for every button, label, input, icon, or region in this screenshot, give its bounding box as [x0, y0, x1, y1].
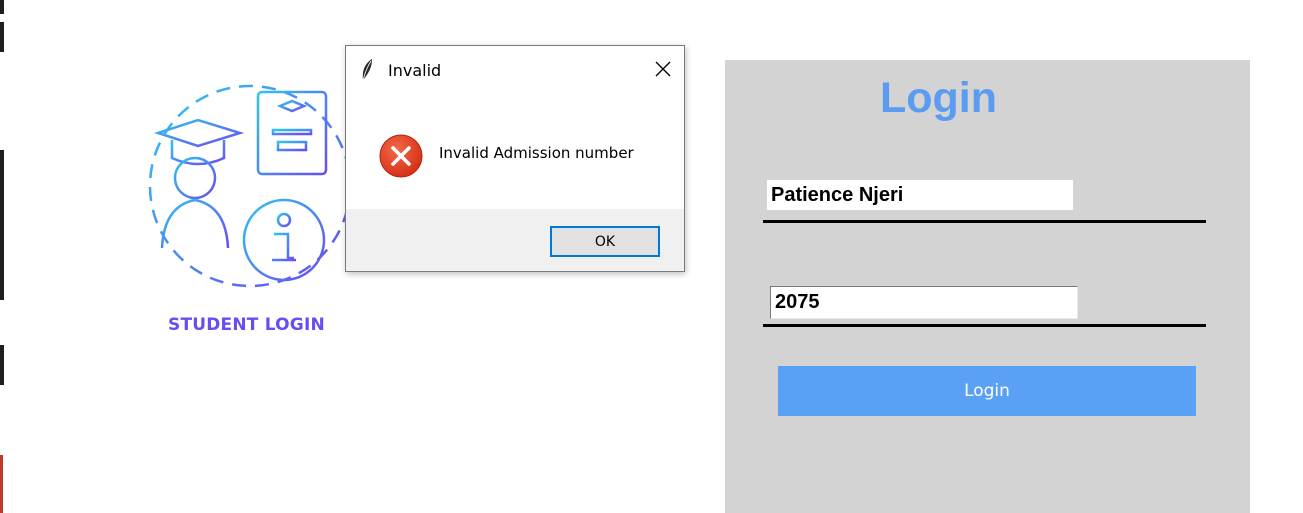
feather-icon [362, 59, 372, 81]
student-login-illustration [148, 84, 352, 288]
name-underline [763, 220, 1206, 223]
close-button[interactable] [648, 54, 678, 84]
monitor-icon [256, 90, 328, 190]
info-icon [242, 198, 326, 282]
dialog-title: Invalid [388, 61, 442, 80]
login-panel: Login Login [725, 60, 1250, 513]
admission-underline [763, 324, 1206, 327]
login-button[interactable]: Login [778, 366, 1196, 416]
background-window-edge [0, 0, 6, 513]
dialog-message: Invalid Admission number [439, 144, 634, 162]
ok-button[interactable]: OK [550, 226, 660, 257]
error-icon [379, 134, 423, 178]
dialog-titlebar[interactable]: Invalid [346, 46, 684, 94]
graduate-icon [153, 118, 245, 249]
close-icon [655, 61, 671, 77]
invalid-dialog: Invalid Invalid Admission number OK [345, 45, 685, 272]
login-title: Login [880, 74, 998, 122]
name-field[interactable] [767, 180, 1073, 210]
illustration-caption: STUDENT LOGIN [168, 315, 325, 335]
admission-number-field[interactable] [770, 286, 1078, 319]
